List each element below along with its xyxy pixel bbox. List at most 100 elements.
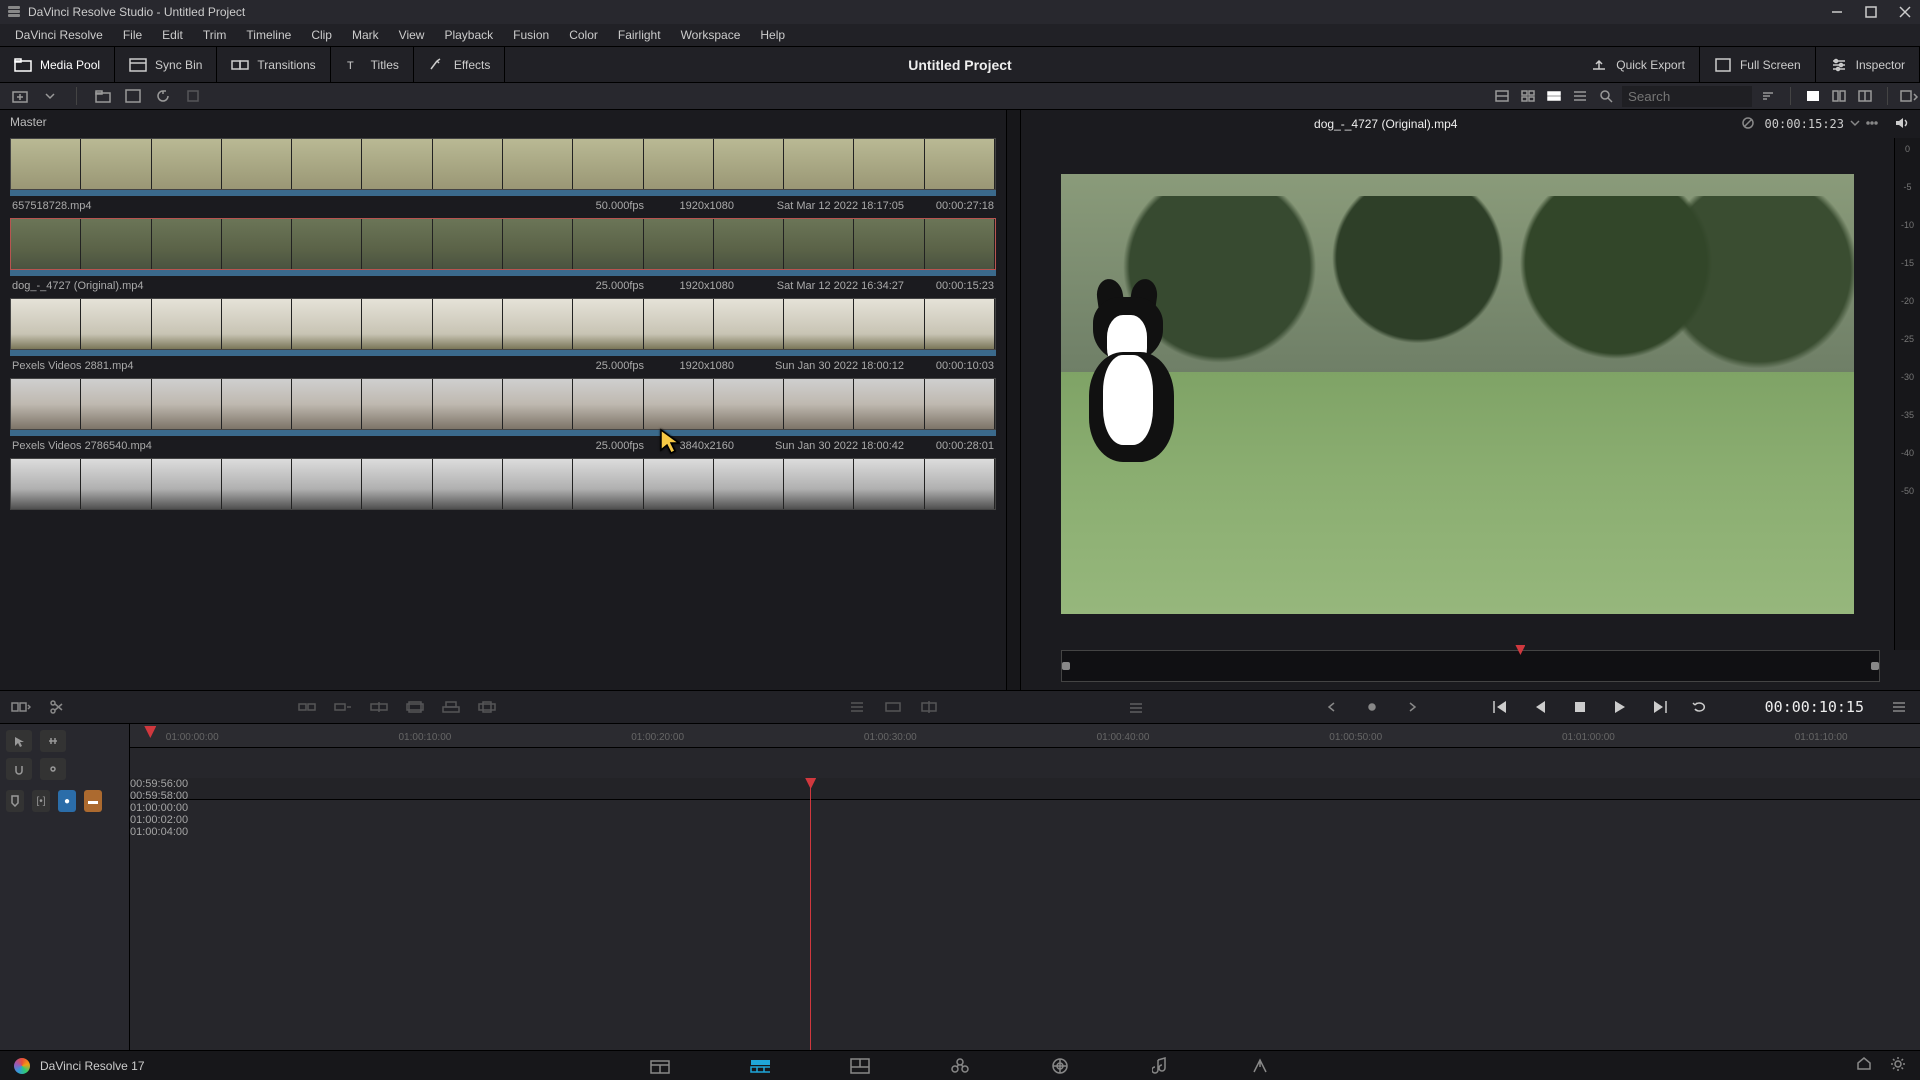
transitions-button[interactable]: Transitions bbox=[217, 47, 330, 82]
audio-track-toggle[interactable]: ▬ bbox=[84, 790, 102, 812]
play-reverse-button[interactable] bbox=[1529, 696, 1551, 718]
timeline-tracks[interactable]: 01:00:00:0001:00:10:0001:00:20:0001:00:3… bbox=[130, 724, 1920, 1050]
next-clip-icon-small[interactable] bbox=[1401, 696, 1423, 718]
menu-file[interactable]: File bbox=[114, 26, 151, 44]
filmstrip[interactable] bbox=[10, 218, 996, 270]
clip-item[interactable] bbox=[10, 458, 996, 510]
boring-detector-icon[interactable] bbox=[10, 696, 32, 718]
timeline-timecode[interactable]: 00:00:10:15 bbox=[1765, 698, 1864, 716]
import-folder-icon[interactable] bbox=[93, 86, 113, 106]
full-screen-button[interactable]: Full Screen bbox=[1700, 47, 1816, 82]
filmstrip[interactable] bbox=[10, 298, 996, 350]
smart-insert-icon[interactable] bbox=[296, 696, 318, 718]
menu-davinci[interactable]: DaVinci Resolve bbox=[6, 26, 112, 44]
viewer-scrub-bar[interactable] bbox=[1061, 650, 1880, 682]
tools-dropdown-icon[interactable] bbox=[846, 696, 868, 718]
inspector-button[interactable]: Inspector bbox=[1816, 47, 1920, 82]
project-settings-button[interactable] bbox=[1890, 1056, 1906, 1075]
transition-icon[interactable] bbox=[882, 696, 904, 718]
speaker-icon[interactable] bbox=[1894, 116, 1910, 133]
timeline-playhead-line[interactable] bbox=[810, 778, 811, 1050]
list-view-icon[interactable] bbox=[1570, 86, 1590, 106]
filmstrip[interactable] bbox=[10, 138, 996, 190]
action-icon[interactable] bbox=[183, 86, 203, 106]
menu-fairlight[interactable]: Fairlight bbox=[609, 26, 670, 44]
play-button[interactable] bbox=[1609, 696, 1631, 718]
selection-tool-button[interactable] bbox=[6, 730, 32, 752]
trim-tool-button[interactable] bbox=[40, 730, 66, 752]
menu-timeline[interactable]: Timeline bbox=[237, 26, 300, 44]
link-button[interactable] bbox=[40, 758, 66, 780]
viewer-options-icon[interactable] bbox=[1900, 86, 1920, 106]
menu-workspace[interactable]: Workspace bbox=[672, 26, 750, 44]
thumbnail-view-icon[interactable] bbox=[1518, 86, 1538, 106]
fusion-page-button[interactable] bbox=[950, 1056, 970, 1076]
menu-mark[interactable]: Mark bbox=[343, 26, 388, 44]
loop-button[interactable] bbox=[1689, 696, 1711, 718]
search-icon[interactable] bbox=[1596, 86, 1616, 106]
snap-button[interactable] bbox=[6, 758, 32, 780]
sort-icon[interactable] bbox=[1758, 86, 1778, 106]
sync-play-icon[interactable] bbox=[1089, 696, 1111, 718]
window-close-button[interactable] bbox=[1898, 5, 1912, 19]
split-clip-icon[interactable] bbox=[46, 696, 68, 718]
tc-dropdown-icon[interactable] bbox=[1850, 118, 1860, 131]
filmstrip[interactable] bbox=[10, 458, 996, 510]
menu-clip[interactable]: Clip bbox=[302, 26, 341, 44]
titles-button[interactable]: T Titles bbox=[331, 47, 414, 82]
menu-edit[interactable]: Edit bbox=[153, 26, 192, 44]
upper-ruler[interactable]: 01:00:00:0001:00:10:0001:00:20:0001:00:3… bbox=[130, 724, 1920, 748]
import-media-icon[interactable] bbox=[10, 86, 30, 106]
ripple-overwrite-icon[interactable] bbox=[368, 696, 390, 718]
source-overwrite-icon[interactable] bbox=[476, 696, 498, 718]
home-button[interactable] bbox=[1856, 1056, 1872, 1075]
clip-item[interactable]: 657518728.mp4 50.000fps 1920x1080 Sat Ma… bbox=[10, 138, 996, 216]
viewer-single-icon[interactable] bbox=[1803, 86, 1823, 106]
flag-button[interactable]: [•] bbox=[32, 790, 50, 812]
filmstrip[interactable] bbox=[10, 378, 996, 430]
menu-trim[interactable]: Trim bbox=[194, 26, 236, 44]
timecode-menu-icon[interactable] bbox=[1888, 696, 1910, 718]
viewer-dual-icon[interactable] bbox=[1829, 86, 1849, 106]
new-bin-icon[interactable] bbox=[123, 86, 143, 106]
refresh-icon[interactable] bbox=[153, 86, 173, 106]
clip-item[interactable]: Pexels Videos 2786540.mp4 25.000fps 3840… bbox=[10, 378, 996, 456]
marker-icon[interactable] bbox=[918, 696, 940, 718]
clip-item[interactable]: Pexels Videos 2881.mp4 25.000fps 1920x10… bbox=[10, 298, 996, 376]
fairlight-page-button[interactable] bbox=[1150, 1056, 1170, 1076]
menu-color[interactable]: Color bbox=[560, 26, 607, 44]
viewer-audio-icon[interactable] bbox=[1855, 86, 1875, 106]
clip-item[interactable]: dog_-_4727 (Original).mp4 25.000fps 1920… bbox=[10, 218, 996, 296]
video-track-toggle[interactable]: ● bbox=[58, 790, 76, 812]
scrub-handle-right[interactable] bbox=[1871, 662, 1879, 670]
sync-bin-button[interactable]: Sync Bin bbox=[115, 47, 217, 82]
menu-fusion[interactable]: Fusion bbox=[504, 26, 558, 44]
viewer-menu-icon[interactable] bbox=[1866, 117, 1878, 132]
stop-button[interactable] bbox=[1569, 696, 1591, 718]
viewer-timecode[interactable]: 00:00:15:23 bbox=[1765, 117, 1844, 131]
scrub-handle-left[interactable] bbox=[1062, 662, 1070, 670]
master-bin-label[interactable]: Master bbox=[0, 110, 1006, 134]
place-on-top-icon[interactable] bbox=[440, 696, 462, 718]
search-input[interactable] bbox=[1622, 86, 1752, 107]
viewer-canvas[interactable] bbox=[1021, 138, 1894, 650]
append-icon[interactable] bbox=[332, 696, 354, 718]
menu-help[interactable]: Help bbox=[751, 26, 794, 44]
deliver-page-button[interactable] bbox=[1250, 1056, 1270, 1076]
bypass-icon[interactable] bbox=[1741, 116, 1755, 133]
effects-button[interactable]: Effects bbox=[414, 47, 505, 82]
timeline-options-icon[interactable] bbox=[1125, 696, 1147, 718]
marker-tool-button[interactable] bbox=[6, 790, 24, 812]
close-up-icon[interactable] bbox=[404, 696, 426, 718]
color-page-button[interactable] bbox=[1050, 1056, 1070, 1076]
quick-export-button[interactable]: Quick Export bbox=[1576, 47, 1700, 82]
window-maximize-button[interactable] bbox=[1864, 5, 1878, 19]
record-dot-icon[interactable] bbox=[1361, 696, 1383, 718]
prev-clip-icon-small[interactable] bbox=[1321, 696, 1343, 718]
menu-view[interactable]: View bbox=[390, 26, 434, 44]
media-scrollbar[interactable] bbox=[1006, 110, 1020, 690]
metadata-view-icon[interactable] bbox=[1492, 86, 1512, 106]
lower-ruler[interactable]: 00:59:56:0000:59:58:0001:00:00:0001:00:0… bbox=[130, 778, 1920, 800]
window-minimize-button[interactable] bbox=[1830, 5, 1844, 19]
strip-view-icon[interactable] bbox=[1544, 86, 1564, 106]
